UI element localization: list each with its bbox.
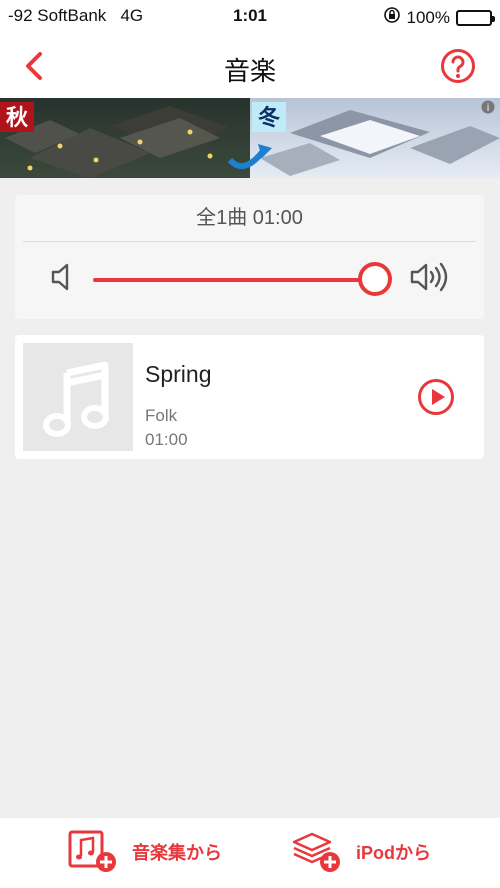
ad-banner[interactable]: 秋 冬 i (0, 98, 500, 178)
track-title: Spring (145, 361, 212, 387)
help-button[interactable] (440, 48, 476, 84)
navigation-bar: 音楽 (0, 34, 500, 98)
battery-percent: 100% (406, 7, 450, 27)
music-add-icon (68, 830, 116, 872)
question-circle-icon (441, 49, 475, 83)
add-from-music-button[interactable]: 音楽集から (66, 830, 222, 874)
speaker-low-icon (51, 261, 71, 298)
ad-badge-winter: 冬 (258, 105, 280, 131)
battery-icon (456, 9, 495, 26)
volume-slider-knob[interactable] (358, 262, 392, 296)
layers-add-icon (292, 832, 340, 872)
status-bar: -92 SoftBank 4G 1:01 100% (0, 0, 500, 34)
speaker-high-icon (410, 261, 448, 298)
add-from-music-label: 音楽集から (132, 843, 222, 863)
track-row[interactable]: Spring Folk 01:00 (15, 335, 484, 459)
volume-card: 全1曲 01:00 (15, 195, 484, 319)
playlist-summary: 全1曲 01:00 (196, 207, 303, 229)
page-title: 音楽 (223, 56, 276, 86)
svg-text:i: i (487, 103, 490, 114)
play-button[interactable] (417, 378, 455, 416)
divider (23, 241, 476, 242)
add-from-ipod-label: iPodから (356, 843, 431, 863)
ad-badge-autumn: 秋 (6, 106, 29, 131)
status-right: 100% (383, 6, 495, 29)
track-genre: Folk (145, 406, 178, 425)
track-artwork (23, 343, 133, 451)
add-from-ipod-button[interactable]: iPodから (290, 830, 431, 874)
music-note-icon (43, 361, 109, 437)
bottom-toolbar: 音楽集から iPodから (0, 818, 500, 888)
rotation-lock-icon (383, 6, 401, 29)
ad-illustration: 秋 冬 i (0, 98, 500, 178)
play-circle-icon (418, 379, 454, 415)
track-duration: 01:00 (145, 430, 188, 449)
volume-slider-track[interactable] (93, 278, 373, 282)
